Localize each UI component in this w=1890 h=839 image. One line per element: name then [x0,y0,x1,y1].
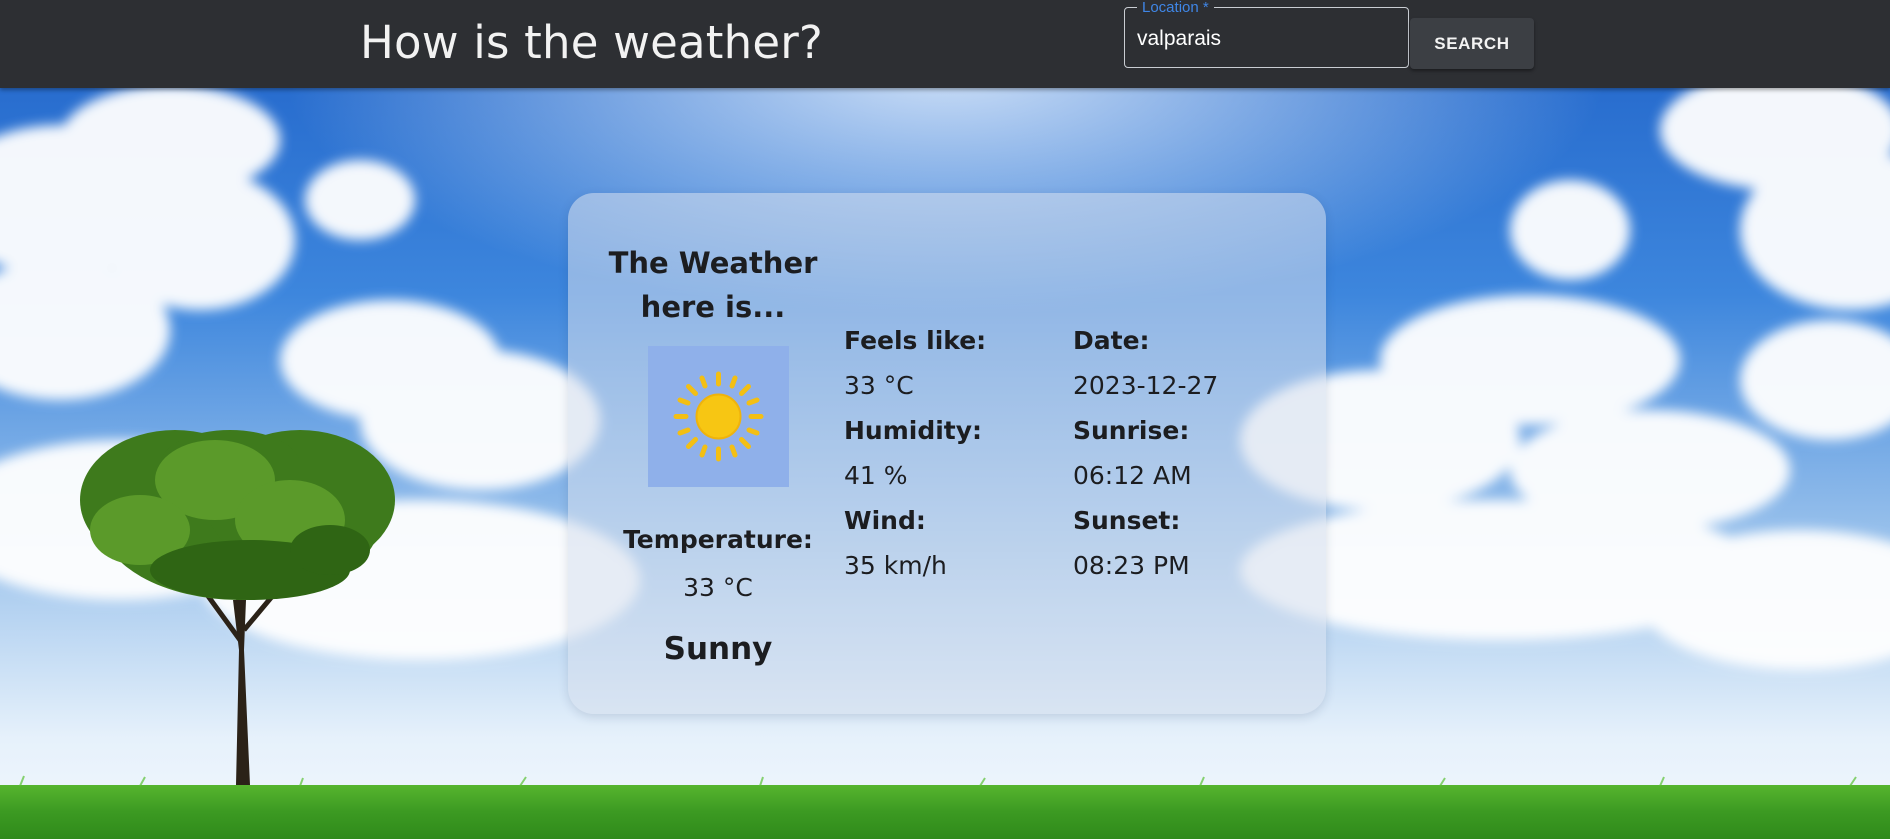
sunrise-value: 06:12 AM [1073,461,1192,490]
location-input[interactable] [1137,24,1397,54]
date-label: Date: [1073,326,1150,355]
humidity-value: 41 % [844,461,908,490]
location-field-label: Location * [1137,0,1214,16]
weather-card: The Weather here is... Temperature: 33 °… [568,193,1326,714]
feels-like-label: Feels like: [844,326,987,355]
sunrise-label: Sunrise: [1073,416,1190,445]
sun-icon [648,346,789,487]
wind-label: Wind: [844,506,926,535]
wind-value: 35 km/h [844,551,947,580]
app-title: How is the weather? [360,16,823,69]
card-heading: The Weather here is... [608,246,818,324]
search-button[interactable]: SEARCH [1410,18,1534,69]
sunset-value: 08:23 PM [1073,551,1190,580]
temperature-value: 33 °C [683,573,753,602]
location-field[interactable]: Location * [1124,0,1409,68]
top-app-bar: How is the weather? Location * SEARCH [0,0,1890,88]
humidity-label: Humidity: [844,416,983,445]
grass-field [0,785,1890,839]
weather-condition: Sunny [663,631,773,667]
feels-like-value: 33 °C [844,371,914,400]
sunset-label: Sunset: [1073,506,1181,535]
date-value: 2023-12-27 [1073,371,1219,400]
temperature-label: Temperature: [623,525,813,554]
